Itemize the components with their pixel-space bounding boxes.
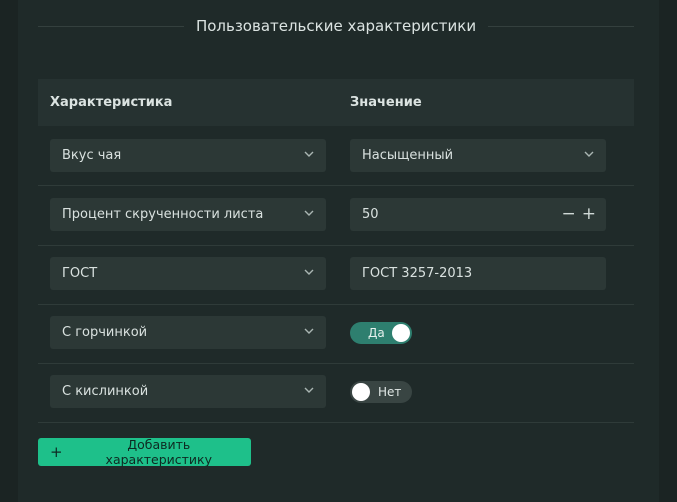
text-input-value: ГОСТ 3257-2013 [362, 266, 473, 281]
value-select-value: Насыщенный [362, 148, 454, 163]
table-row: ГОСТ ГОСТ 3257-2013 [38, 245, 634, 305]
column-header-value: Значение [350, 95, 422, 110]
section-title: Пользовательские характеристики [195, 17, 477, 35]
toggle-label: Да [368, 326, 385, 340]
chevron-down-icon [304, 328, 314, 334]
decrement-button[interactable]: − [562, 206, 576, 223]
increment-button[interactable]: + [582, 206, 596, 223]
characteristic-select[interactable]: Процент скрученности листа [50, 198, 326, 231]
characteristic-select-value: Процент скрученности листа [62, 207, 264, 222]
add-characteristic-button[interactable]: + Добавить характеристику [38, 437, 251, 467]
number-input[interactable]: 50 − + [350, 198, 606, 231]
characteristic-select-value: С кислинкой [62, 384, 149, 399]
toggle-label: Нет [378, 385, 402, 399]
chevron-down-icon [304, 269, 314, 275]
plus-icon: + [50, 442, 63, 461]
toggle-knob [352, 383, 370, 401]
table-row: Процент скрученности листа 50 − + [38, 186, 634, 246]
column-header-name: Характеристика [50, 95, 173, 110]
divider-right [488, 25, 635, 27]
characteristic-select-value: ГОСТ [62, 266, 98, 281]
custom-characteristics-panel: Пользовательские характеристики Характер… [18, 0, 659, 502]
toggle-knob [392, 324, 410, 342]
characteristic-select[interactable]: С горчинкой [50, 316, 326, 349]
add-characteristic-label: Добавить характеристику [105, 437, 213, 467]
table-row: С кислинкой Нет [38, 363, 634, 423]
characteristic-select-value: Вкус чая [62, 148, 122, 163]
quantity-stepper: − + [562, 206, 597, 223]
characteristic-select[interactable]: ГОСТ [50, 257, 326, 290]
characteristic-select[interactable]: С кислинкой [50, 375, 326, 408]
chevron-down-icon [304, 387, 314, 393]
table-row: С горчинкой Да [38, 304, 634, 364]
toggle-switch-off[interactable]: Нет [350, 381, 412, 403]
section-header: Пользовательские характеристики [38, 8, 635, 44]
characteristic-select-value: С горчинкой [62, 325, 148, 340]
value-select[interactable]: Насыщенный [350, 139, 606, 172]
chevron-down-icon [584, 151, 594, 157]
toggle-switch-on[interactable]: Да [350, 322, 412, 344]
table-row: Вкус чая Насыщенный [38, 126, 634, 186]
characteristic-select[interactable]: Вкус чая [50, 139, 326, 172]
text-input[interactable]: ГОСТ 3257-2013 [350, 257, 606, 290]
table-header: Характеристика Значение [38, 79, 634, 126]
chevron-down-icon [304, 210, 314, 216]
divider-left [38, 25, 184, 27]
number-input-value: 50 [362, 207, 379, 222]
chevron-down-icon [304, 151, 314, 157]
